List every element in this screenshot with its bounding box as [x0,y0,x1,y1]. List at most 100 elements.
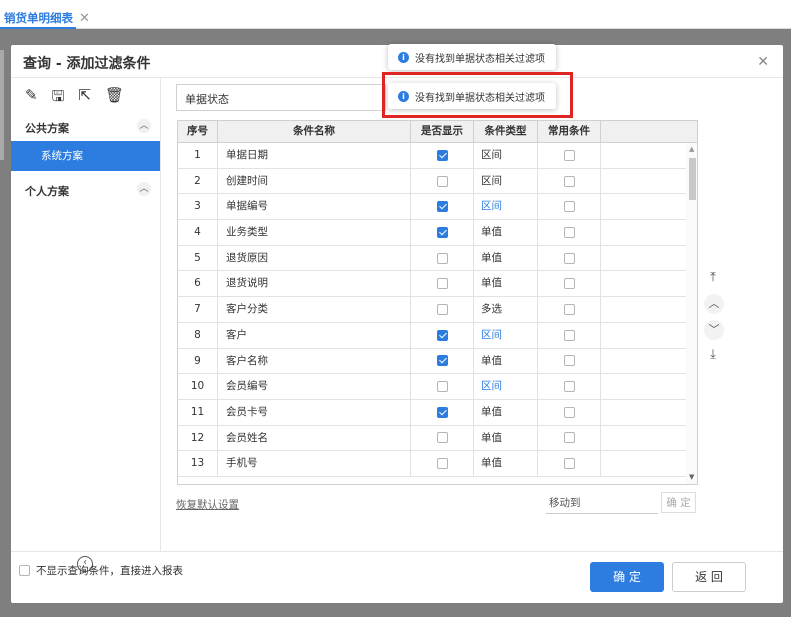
edit-icon[interactable]: ✎ [25,86,38,111]
common-cell [538,425,601,451]
sidebar-item-system-scheme[interactable]: 系统方案 [11,141,160,171]
common-checkbox[interactable] [563,406,575,418]
blank-cell [601,246,686,271]
table-row[interactable]: 2 创建时间 区间 [178,168,686,195]
condition-type: 多选 [474,297,538,322]
row-number: 4 [178,220,218,245]
delete-icon[interactable]: 🗑 [105,86,124,111]
condition-name: 单据编号 [218,194,411,220]
table-row[interactable]: 1 单据日期 区间 [178,143,686,169]
show-checkbox[interactable] [436,149,448,161]
public-scheme-group[interactable]: 公共方案 ︿ [11,115,161,141]
show-checkbox[interactable] [436,226,448,238]
personal-scheme-group[interactable]: 个人方案 ︿ [11,178,161,204]
chevron-up-icon[interactable]: ︿ [137,182,151,196]
group-label: 公共方案 [25,122,69,135]
table-row[interactable]: 4 业务类型 单值 [178,220,686,246]
top-tab-bar: 销货单明细表 ✕ [0,0,791,29]
tab-label: 销货单明细表 [4,11,73,25]
blank-cell [601,143,686,168]
table-row[interactable]: 3 单据编号 区间 [178,194,686,221]
common-checkbox[interactable] [563,278,575,290]
row-number: 10 [178,374,218,399]
chevron-up-icon[interactable]: ︿ [137,119,151,133]
save-icon[interactable]: 🖫 [52,86,65,111]
common-checkbox[interactable] [563,252,575,264]
show-checkbox[interactable] [436,303,448,315]
common-checkbox[interactable] [563,226,575,238]
condition-type[interactable]: 区间 [474,322,538,348]
condition-name: 会员编号 [218,374,411,399]
common-checkbox[interactable] [563,432,575,444]
back-button[interactable]: 返 回 [672,562,746,592]
condition-type: 单值 [474,220,538,245]
show-cell [411,245,474,271]
show-checkbox[interactable] [436,278,448,290]
row-number: 8 [178,322,218,348]
show-checkbox[interactable] [436,458,448,470]
blank-cell [601,426,686,451]
show-checkbox[interactable] [436,175,448,187]
condition-type[interactable]: 区间 [474,194,538,220]
show-checkbox[interactable] [436,381,448,393]
scroll-thumb[interactable] [689,158,696,200]
common-checkbox[interactable] [563,175,575,187]
show-checkbox[interactable] [436,406,448,418]
info-icon: i [398,51,409,63]
table-row[interactable]: 6 退货说明 单值 [178,271,686,298]
move-confirm-button[interactable]: 确 定 [661,492,696,513]
skip-conditions-checkbox[interactable] [19,565,30,576]
skip-conditions-option[interactable]: 不显示查询条件，直接进入报表 [19,563,183,578]
header-common: 常用条件 [538,121,601,143]
close-icon[interactable]: ✕ [79,11,90,26]
common-checkbox[interactable] [563,303,575,315]
condition-name: 单据日期 [218,143,411,168]
ok-button[interactable]: 确 定 [590,562,664,592]
move-top-icon[interactable]: ⤒ [702,270,724,288]
table-row[interactable]: 7 客户分类 多选 [178,297,686,323]
show-checkbox[interactable] [436,201,448,213]
condition-type[interactable]: 区间 [474,374,538,399]
toast-text: 没有找到单据状态相关过滤项 [415,53,545,65]
table-row[interactable]: 5 退货原因 单值 [178,245,686,272]
table-row[interactable]: 12 会员姓名 单值 [178,425,686,452]
common-checkbox[interactable] [563,381,575,393]
common-checkbox[interactable] [563,355,575,367]
move-down-icon[interactable]: ﹀ [704,320,724,340]
table-row[interactable]: 8 客户 区间 [178,322,686,349]
scroll-down-icon[interactable]: ▼ [689,473,694,481]
show-checkbox[interactable] [436,355,448,367]
background-panel-edge [0,50,4,160]
header-blank [601,121,697,143]
show-cell [411,194,474,220]
common-checkbox[interactable] [563,201,575,213]
show-checkbox[interactable] [436,432,448,444]
scroll-up-icon[interactable]: ▲ [689,145,694,153]
table-row[interactable]: 11 会员卡号 单值 [178,399,686,426]
table-row[interactable]: 13 手机号 单值 [178,451,686,477]
show-checkbox[interactable] [436,252,448,264]
close-icon[interactable]: ✕ [757,54,769,70]
restore-default-link[interactable]: 恢复默认设置 [176,497,239,512]
filter-search-input[interactable]: 单据状态 [176,84,386,111]
tab-sales-detail[interactable]: 销货单明细表 ✕ [4,9,90,27]
common-checkbox[interactable] [563,329,575,341]
show-cell [411,297,474,322]
blank-cell [601,400,686,425]
highlight-box [382,72,573,118]
table-scrollbar[interactable]: ▲ ▼ [686,143,697,484]
show-cell [411,374,474,399]
condition-type: 单值 [474,271,538,297]
table-row[interactable]: 9 客户名称 单值 [178,348,686,375]
table-row[interactable]: 10 会员编号 区间 [178,374,686,400]
move-to-input[interactable]: 移动到 [546,494,658,514]
common-cell [538,348,601,374]
move-up-icon[interactable]: ︿ [704,294,724,314]
common-checkbox[interactable] [563,149,575,161]
toast-message: i 没有找到单据状态相关过滤项 [388,44,556,70]
show-checkbox[interactable] [436,329,448,341]
condition-name: 客户 [218,322,411,348]
common-checkbox[interactable] [563,458,575,470]
move-bottom-icon[interactable]: ⤓ [702,347,724,365]
export-icon[interactable]: ⇱ [78,86,91,111]
